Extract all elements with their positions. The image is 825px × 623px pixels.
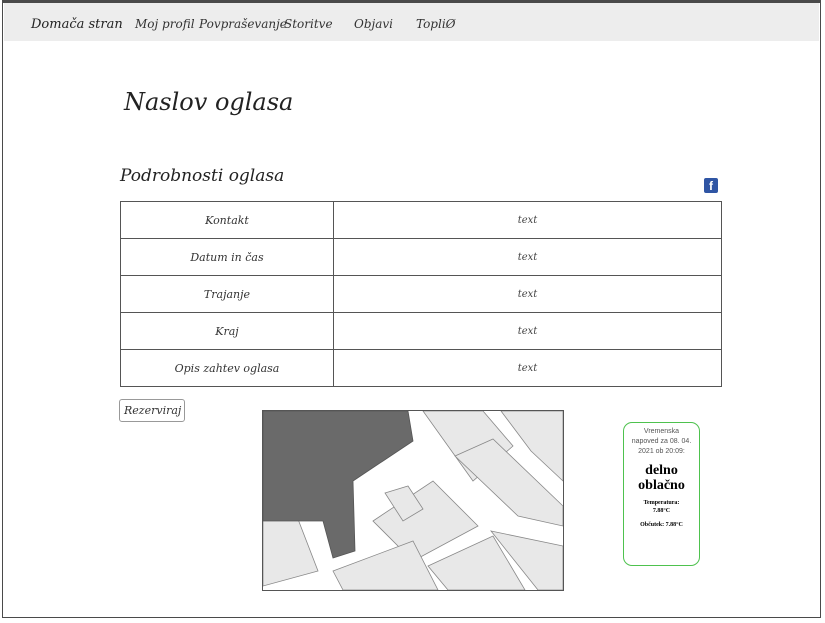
row-value-duration: text [333,275,722,313]
nav-my-profile[interactable]: Moj profil [135,17,195,31]
weather-widget: Vremenska napoved za 08. 04. 2021 ob 20:… [623,422,700,566]
map-graphic [263,411,563,590]
top-navbar: Domača stran Moj profil Povpraševanje St… [4,3,819,41]
feels-like-label: Občutek: [640,522,666,528]
weather-heading: Vremenska napoved za 08. 04. 2021 ob 20:… [624,427,699,457]
page-title: Naslov oglasa [124,88,294,116]
row-label-description: Opis zahtev oglasa [120,349,334,387]
table-row: Trajanje text [120,275,722,313]
nav-home[interactable]: Domača stran [31,17,123,32]
table-row: Opis zahtev oglasa text [120,349,722,387]
row-value-description: text [333,349,722,387]
weather-temperature: Temperatura: 7.88°C [624,499,699,515]
facebook-icon[interactable]: f [704,178,718,193]
row-label-datetime: Datum in čas [120,238,334,276]
temperature-value: 7.88°C [652,508,671,514]
row-label-location: Kraj [120,312,334,350]
nav-services[interactable]: Storitve [284,17,333,31]
weather-heading-line: Vremenska [643,428,680,435]
reserve-button[interactable]: Rezerviraj [119,399,185,422]
nav-topli[interactable]: TopliØ [416,17,456,31]
row-value-datetime: text [333,238,722,276]
weather-condition-line: delno [645,463,678,478]
nav-requests[interactable]: Povpraševanje [199,17,287,31]
table-row: Kontakt text [120,201,722,239]
weather-heading-line: napoved za 08. 04. [631,438,692,445]
weather-condition-line: oblačno [638,478,685,493]
details-heading: Podrobnosti oglasa [120,166,285,186]
weather-condition: delno oblačno [624,463,699,493]
row-label-contact: Kontakt [120,201,334,239]
row-value-location: text [333,312,722,350]
nav-publish[interactable]: Objavi [354,17,393,31]
details-table: Kontakt text Datum in čas text Trajanje … [120,201,722,387]
row-value-contact: text [333,201,722,239]
table-row: Datum in čas text [120,238,722,276]
weather-heading-line: 2021 ob 20:09: [638,448,685,455]
location-map[interactable] [262,410,564,591]
table-row: Kraj text [120,312,722,350]
row-label-duration: Trajanje [120,275,334,313]
temperature-label: Temperatura: [643,500,680,506]
weather-feels-like: Občutek: 7.88°C [624,521,699,529]
feels-like-value: 7.88°C [665,522,683,528]
